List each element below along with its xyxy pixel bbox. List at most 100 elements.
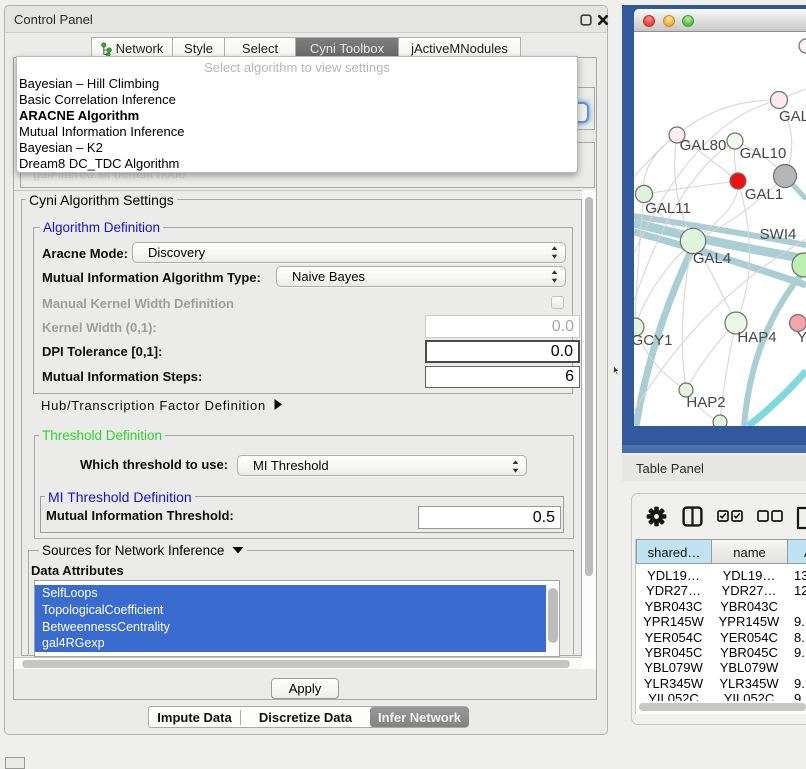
table-cell: YPR145W bbox=[636, 614, 711, 630]
algorithm-definition-title: Algorithm Definition bbox=[40, 220, 163, 236]
which-threshold-combobox[interactable]: MI Threshold bbox=[237, 455, 527, 476]
float-window-icon[interactable] bbox=[580, 14, 592, 26]
table-cell: YBR045C bbox=[711, 645, 787, 661]
minimize-traffic-light[interactable] bbox=[663, 15, 675, 27]
popup-item[interactable]: ARACNE Algorithm bbox=[19, 108, 139, 123]
network-node-label: GAL11 bbox=[645, 200, 691, 217]
table-cell: YDR27… bbox=[636, 583, 711, 599]
table-toolbar bbox=[632, 494, 806, 538]
network-canvas[interactable]: GAL7GAL80GAL10GAL1GAL11GAL4SWI4GCY1HAP4Y… bbox=[634, 32, 806, 426]
mi-threshold-input[interactable]: 0.5 bbox=[418, 506, 561, 529]
table-cell bbox=[787, 660, 806, 676]
table-column-header[interactable]: A bbox=[787, 539, 806, 564]
network-node[interactable] bbox=[774, 165, 797, 188]
table-column-header[interactable]: name bbox=[711, 539, 787, 564]
network-node[interactable] bbox=[713, 415, 727, 426]
table-cell: YBR045C bbox=[636, 645, 711, 661]
split-columns-icon[interactable] bbox=[682, 506, 703, 527]
network-node-label: GAL1 bbox=[745, 186, 783, 203]
dpi-tolerance-label: DPI Tolerance [0,1]: bbox=[42, 344, 162, 359]
table-row[interactable]: YBR043CYBR043C bbox=[636, 599, 806, 615]
tab-infer-network[interactable]: Infer Network bbox=[370, 707, 469, 727]
manual-kernel-checkbox[interactable] bbox=[551, 296, 564, 309]
network-node-label: GCY1 bbox=[634, 332, 672, 349]
popup-item[interactable]: Mutual Information Inference bbox=[19, 124, 184, 139]
unchecked-columns-icon[interactable] bbox=[757, 510, 783, 522]
attribute-list-item[interactable]: gal4RGexp bbox=[35, 635, 546, 652]
mi-steps-input[interactable]: 6 bbox=[425, 366, 580, 388]
popup-item[interactable]: Basic Correlation Inference bbox=[19, 92, 176, 107]
manual-kernel-label: Manual Kernel Width Definition bbox=[42, 296, 234, 311]
expander-down-icon[interactable] bbox=[232, 546, 244, 554]
node-table: shared…nameA YDL19…YDL19…13YDR27…YDR27…1… bbox=[635, 539, 806, 702]
divider bbox=[14, 190, 596, 191]
table-cell: YBL079W bbox=[636, 660, 711, 676]
dpi-tolerance-input[interactable]: 0.0 bbox=[425, 340, 580, 363]
network-node-label: HAP2 bbox=[686, 394, 725, 411]
table-row[interactable]: YLR345WYLR345W9. bbox=[636, 676, 806, 692]
attribute-list-scrollbar[interactable] bbox=[546, 581, 560, 656]
which-threshold-label: Which threshold to use: bbox=[80, 457, 228, 472]
table-hscrollbar[interactable] bbox=[635, 701, 806, 714]
content-vscrollbar[interactable] bbox=[582, 190, 596, 657]
kernel-width-input[interactable]: 0.0 bbox=[425, 315, 580, 338]
mi-type-combobox[interactable]: Naive Bayes bbox=[276, 266, 566, 287]
network-node[interactable] bbox=[730, 173, 746, 189]
content-vscrollbar-thumb[interactable] bbox=[585, 197, 593, 576]
zoom-traffic-light[interactable] bbox=[682, 15, 694, 27]
scrollbar-corner bbox=[582, 657, 596, 669]
attribute-list-item[interactable]: BetweennessCentrality bbox=[35, 619, 546, 636]
attribute-list[interactable]: SelfLoopsTopologicalCoefficientBetweenne… bbox=[34, 580, 560, 657]
table-column-header[interactable]: shared… bbox=[636, 539, 711, 564]
close-traffic-light[interactable] bbox=[643, 15, 655, 27]
table-row[interactable]: YPR145WYPR145W9. bbox=[636, 614, 806, 630]
table-panel: shared…nameA YDL19…YDL19…13YDR27…YDR27…1… bbox=[631, 493, 806, 725]
mi-steps-label: Mutual Information Steps: bbox=[42, 369, 202, 384]
cyni-algorithm-settings-title: Cyni Algorithm Settings bbox=[26, 192, 177, 208]
collapsed-panel-button[interactable] bbox=[5, 757, 25, 769]
attribute-list-item[interactable]: SelfLoops bbox=[35, 585, 546, 602]
network-edge[interactable] bbox=[634, 135, 677, 177]
table-cell: YDL19… bbox=[711, 568, 787, 584]
checked-columns-icon[interactable] bbox=[717, 510, 743, 522]
popup-item[interactable]: Dream8 DC_TDC Algorithm bbox=[19, 156, 179, 171]
tab-discretize-data[interactable]: Discretize Data bbox=[241, 707, 370, 727]
mi-threshold-label: Mutual Information Threshold: bbox=[46, 508, 234, 523]
network-node[interactable] bbox=[771, 92, 788, 109]
threshold-definition-title: Threshold Definition bbox=[39, 428, 165, 444]
table-cell: YER054C bbox=[711, 630, 787, 646]
tab-impute-data[interactable]: Impute Data bbox=[149, 707, 240, 727]
table-row[interactable]: YBL079WYBL079W bbox=[636, 660, 806, 676]
export-table-icon[interactable] bbox=[796, 506, 806, 530]
table-row[interactable]: YER054CYER054C8. bbox=[636, 630, 806, 646]
popup-item[interactable]: Bayesian – K2 bbox=[19, 140, 103, 155]
network-node[interactable] bbox=[799, 39, 806, 53]
network-edge[interactable] bbox=[677, 100, 779, 135]
table-hscrollbar-thumb[interactable] bbox=[639, 703, 806, 711]
attribute-list-scrollbar-thumb[interactable] bbox=[548, 588, 558, 643]
table-cell: YLR345W bbox=[636, 676, 711, 692]
network-window-titlebar[interactable] bbox=[634, 9, 806, 32]
expander-right-icon[interactable] bbox=[273, 398, 283, 411]
gear-icon[interactable] bbox=[646, 506, 667, 527]
table-cell: 9. bbox=[787, 676, 806, 692]
table-cell: YBR043C bbox=[636, 599, 711, 615]
attribute-list-item[interactable]: TopologicalCoefficient bbox=[35, 602, 546, 619]
mouse-cursor bbox=[612, 365, 620, 377]
apply-button[interactable]: Apply bbox=[271, 678, 339, 699]
network-icon bbox=[101, 42, 112, 56]
combo-arrows-icon bbox=[551, 270, 558, 283]
network-edge[interactable] bbox=[686, 323, 736, 390]
table-row[interactable]: YDL19…YDL19…13 bbox=[636, 568, 806, 584]
network-node-label: GAL7 bbox=[779, 108, 806, 125]
table-cell: YDR27… bbox=[711, 583, 787, 599]
content-hscrollbar-thumb[interactable] bbox=[22, 660, 570, 668]
table-row[interactable]: YBR045CYBR045C9. bbox=[636, 645, 806, 661]
network-edge[interactable] bbox=[748, 371, 806, 426]
table-cell: YLR345W bbox=[711, 676, 787, 692]
popup-item[interactable]: Bayesian – Hill Climbing bbox=[19, 76, 159, 91]
table-row[interactable]: YDR27…YDR27…12 bbox=[636, 583, 806, 599]
content-hscrollbar[interactable] bbox=[14, 657, 582, 669]
aracne-mode-combobox[interactable]: Discovery bbox=[132, 242, 566, 263]
close-panel-icon[interactable] bbox=[597, 14, 609, 26]
